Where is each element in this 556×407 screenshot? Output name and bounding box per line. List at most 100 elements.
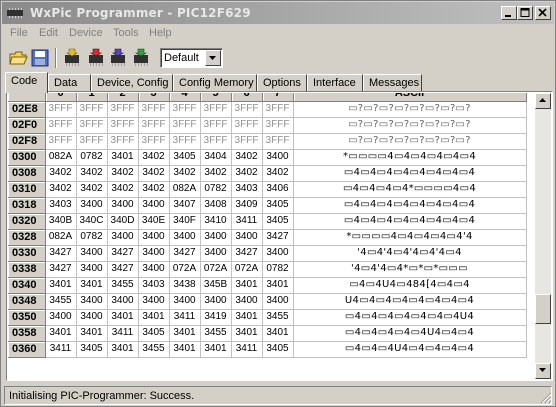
hex-word-cell[interactable]: 3403 (138, 277, 170, 294)
title-bar[interactable]: WxPic Programmer - PIC12F629 (2, 2, 554, 24)
tab-options[interactable]: Options (257, 74, 307, 92)
hex-word-cell[interactable]: 3402 (138, 149, 170, 166)
hex-word-cell[interactable]: 3404 (200, 149, 232, 166)
hex-word-cell[interactable]: 072A (231, 261, 263, 278)
hex-word-cell[interactable]: 3455 (262, 309, 294, 326)
hex-word-cell[interactable]: 3408 (200, 197, 232, 214)
hex-word-cell[interactable]: 3402 (138, 181, 170, 198)
hex-word-cell[interactable]: 3405 (262, 341, 294, 358)
hex-word-cell[interactable]: 3401 (262, 277, 294, 294)
hex-word-cell[interactable]: 3401 (262, 325, 294, 342)
hex-word-cell[interactable]: 3455 (45, 293, 77, 310)
hex-word-cell[interactable]: 3FFF (200, 101, 232, 118)
hex-word-cell[interactable]: 3400 (231, 229, 263, 246)
hex-word-cell[interactable]: 3FFF (107, 101, 139, 118)
ascii-cell[interactable]: ▭4▭4▭4▭4▭4▭4▭4▭4 (293, 213, 527, 230)
vertical-scrollbar[interactable] (535, 93, 551, 379)
hex-word-cell[interactable]: 3402 (200, 165, 232, 182)
hex-word-cell[interactable]: 3403 (231, 181, 263, 198)
hex-word-cell[interactable]: 3FFF (200, 117, 232, 134)
hex-word-cell[interactable]: 3402 (262, 165, 294, 182)
hex-word-cell[interactable]: 3402 (45, 181, 77, 198)
hex-word-cell[interactable]: 3FFF (76, 133, 108, 150)
column-header[interactable]: 3 (138, 93, 170, 102)
hex-word-cell[interactable]: 3FFF (169, 117, 201, 134)
hex-word-cell[interactable]: 3FFF (107, 117, 139, 134)
tab-interface[interactable]: Interface (307, 74, 363, 92)
hex-word-cell[interactable]: 3403 (45, 197, 77, 214)
row-address-header[interactable]: 0328 (8, 229, 46, 246)
save-file-button[interactable] (29, 47, 51, 69)
ascii-cell[interactable]: ▭4▭4▭4▭4▭4▭4▭4▭4 (293, 197, 527, 214)
hex-word-cell[interactable]: 3400 (138, 229, 170, 246)
hex-word-cell[interactable]: 3402 (76, 181, 108, 198)
row-address-header[interactable]: 0340 (8, 277, 46, 294)
hex-word-cell[interactable]: 3FFF (76, 101, 108, 118)
menu-tools[interactable]: Tools (113, 27, 139, 39)
hex-word-cell[interactable]: 3402 (45, 165, 77, 182)
row-address-header[interactable]: 0358 (8, 325, 46, 342)
tab-config-memory[interactable]: Config Memory (173, 74, 257, 92)
hex-word-cell[interactable]: 3405 (262, 197, 294, 214)
erase-chip-button[interactable] (130, 47, 152, 69)
hex-word-cell[interactable]: 3411 (107, 325, 139, 342)
hex-word-cell[interactable]: 3FFF (231, 101, 263, 118)
menu-edit[interactable]: Edit (39, 27, 58, 39)
column-header[interactable]: 5 (200, 93, 232, 102)
tab-code[interactable]: Code (5, 72, 48, 93)
hex-word-cell[interactable]: 3FFF (200, 133, 232, 150)
hex-word-cell[interactable]: 3405 (169, 149, 201, 166)
hex-word-cell[interactable]: 3400 (200, 229, 232, 246)
hex-word-cell[interactable]: 3400 (262, 293, 294, 310)
hex-word-cell[interactable]: 3402 (231, 149, 263, 166)
hex-word-cell[interactable]: 3401 (107, 341, 139, 358)
hex-word-cell[interactable]: 3400 (76, 261, 108, 278)
hex-word-cell[interactable]: 3410 (200, 213, 232, 230)
hex-word-cell[interactable]: 3405 (138, 325, 170, 342)
hex-word-cell[interactable]: 3FFF (262, 133, 294, 150)
hex-word-cell[interactable]: 3455 (138, 341, 170, 358)
hex-word-cell[interactable]: 345B (200, 277, 232, 294)
hex-word-cell[interactable]: 3400 (76, 309, 108, 326)
hex-word-cell[interactable]: 3401 (231, 325, 263, 342)
hex-word-cell[interactable]: 3455 (200, 325, 232, 342)
hex-word-cell[interactable]: 3400 (200, 245, 232, 262)
row-address-header[interactable]: 0310 (8, 181, 46, 198)
code-memory-grid[interactable]: 0 1 2 3 4 5 6 7 ASCII 02E83FFF3FFF3FFF3F… (8, 93, 536, 379)
scroll-up-button[interactable] (535, 93, 551, 109)
hex-word-cell[interactable]: 3401 (45, 325, 77, 342)
hex-word-cell[interactable]: 3FFF (262, 117, 294, 134)
ascii-cell[interactable]: ▭4▭4U4▭484[4▭4▭4 (293, 277, 527, 294)
hex-word-cell[interactable]: 3409 (231, 197, 263, 214)
hex-word-cell[interactable]: 3401 (107, 149, 139, 166)
hex-word-cell[interactable]: 3FFF (169, 101, 201, 118)
row-address-header[interactable]: 0350 (8, 309, 46, 326)
hex-word-cell[interactable]: 3400 (76, 197, 108, 214)
tab-messages[interactable]: Messages (363, 74, 422, 92)
hex-word-cell[interactable]: 3400 (76, 293, 108, 310)
hex-word-cell[interactable]: 3400 (138, 197, 170, 214)
hex-word-cell[interactable]: 3406 (262, 181, 294, 198)
hex-word-cell[interactable]: 340B (45, 213, 77, 230)
hex-word-cell[interactable]: 3427 (231, 245, 263, 262)
hex-word-cell[interactable]: 3400 (45, 309, 77, 326)
ascii-cell[interactable]: *▭▭▭▭4▭4▭4▭4▭4'4 (293, 229, 527, 246)
hex-word-cell[interactable]: 3400 (107, 229, 139, 246)
menu-help[interactable]: Help (149, 27, 172, 39)
hex-word-cell[interactable]: 3405 (76, 341, 108, 358)
row-address-header[interactable]: 0348 (8, 293, 46, 310)
row-address-header[interactable]: 0320 (8, 213, 46, 230)
hex-word-cell[interactable]: 3FFF (45, 133, 77, 150)
scroll-thumb[interactable] (535, 294, 551, 324)
open-file-button[interactable] (7, 47, 29, 69)
row-address-header[interactable]: 02E8 (8, 101, 46, 118)
row-address-header[interactable]: 0360 (8, 341, 46, 358)
ascii-cell[interactable]: ▭4▭4▭4▭4▭4▭4▭4U4 (293, 309, 527, 326)
config-select[interactable]: Default (160, 48, 223, 68)
hex-word-cell[interactable]: 3FFF (262, 101, 294, 118)
scroll-down-button[interactable] (535, 363, 551, 379)
tab-data[interactable]: Data (48, 74, 91, 92)
hex-word-cell[interactable]: 3411 (45, 341, 77, 358)
ascii-cell[interactable]: ▭4▭4▭4▭4▭4▭4▭4▭4 (293, 165, 527, 182)
hex-word-cell[interactable]: 3402 (76, 165, 108, 182)
